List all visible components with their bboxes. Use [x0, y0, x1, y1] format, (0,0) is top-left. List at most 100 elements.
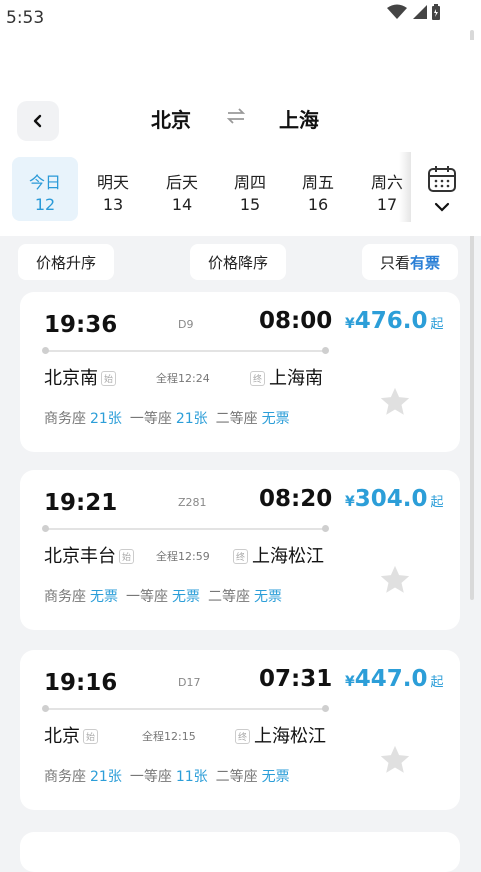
chevron-down-icon	[434, 202, 450, 212]
seat-second-class: 二等座 无票	[215, 769, 290, 785]
seat-second-class: 二等座 无票	[208, 589, 282, 605]
star-icon[interactable]	[378, 743, 412, 777]
arrival-time: 07:31	[259, 666, 333, 692]
to-station-name: 上海南	[269, 368, 324, 389]
arrival-time: 08:20	[259, 486, 333, 512]
date-tab[interactable]: 后天 14	[149, 157, 215, 221]
sort-asc-label: 价格升序	[35, 253, 96, 272]
status-time: 5:53	[6, 8, 45, 28]
date-selector: 今日 12 明天 13 后天 14 周四 15 周五 16 周六 17	[12, 157, 412, 221]
date-label: 周五	[301, 173, 334, 192]
seat-business: 商务座 21张	[44, 769, 122, 785]
signal-icon	[413, 5, 427, 19]
to-city[interactable]: 上海	[279, 104, 319, 133]
from-station: 北京南始	[44, 364, 117, 390]
price: ¥447.0 起	[345, 666, 444, 692]
price: ¥304.0 起	[345, 486, 444, 512]
duration: 全程12:24	[156, 372, 210, 385]
to-station-name: 上海松江	[252, 546, 325, 567]
date-number: 14	[171, 195, 193, 214]
origin-tag: 始	[83, 729, 99, 744]
to-station: 终上海松江	[233, 542, 324, 568]
only-available-label: 只看	[379, 253, 410, 272]
from-station: 北京始	[44, 722, 99, 748]
date-label: 明天	[96, 173, 129, 192]
departure-time: 19:36	[44, 312, 118, 338]
train-card[interactable]: 19:36 D9 08:00 ¥476.0 起 北京南始 全程12:24 终上海南…	[20, 292, 460, 452]
sort-price-desc-button[interactable]: 价格降序	[190, 244, 286, 280]
departure-time: 19:16	[44, 670, 118, 696]
seat-availability: 商务座 21张 一等座 11张 二等座 无票	[44, 766, 290, 786]
from-station-name: 北京丰台	[44, 546, 116, 567]
date-number: 15	[239, 195, 261, 214]
currency-symbol: ¥	[345, 674, 355, 690]
only-available-highlight: 有票	[410, 253, 441, 272]
terminal-tag: 终	[250, 371, 266, 386]
seat-first-class: 一等座 11张	[129, 769, 208, 785]
star-icon[interactable]	[378, 385, 412, 419]
arrival-time: 08:00	[259, 308, 333, 334]
date-tab-today[interactable]: 今日 12	[12, 157, 78, 221]
price-value: 304.0	[354, 486, 428, 512]
sort-desc-label: 价格降序	[207, 253, 268, 272]
currency-symbol: ¥	[345, 316, 355, 332]
origin-tag: 始	[119, 549, 135, 564]
route-header: 北京 上海	[0, 104, 481, 134]
route-line	[42, 705, 329, 712]
date-label: 后天	[165, 173, 198, 192]
train-number: D9	[178, 318, 194, 331]
battery-icon	[432, 4, 440, 20]
date-tab[interactable]: 明天 13	[80, 157, 146, 221]
date-label: 周四	[233, 173, 266, 192]
train-number: Z281	[178, 496, 207, 509]
date-number: 13	[102, 195, 124, 214]
train-card[interactable]: 19:21 Z281 08:20 ¥304.0 起 北京丰台始 全程12:59 终…	[20, 470, 460, 630]
from-station-name: 北京	[44, 726, 80, 747]
seat-second-class: 二等座 无票	[215, 411, 290, 427]
from-station: 北京丰台始	[44, 542, 135, 568]
seat-availability: 商务座 无票 一等座 无票 二等座 无票	[44, 586, 282, 606]
price-suffix: 起	[430, 675, 444, 690]
train-card[interactable]: 19:16 D17 07:31 ¥447.0 起 北京始 全程12:15 终上海松…	[20, 650, 460, 810]
route-line	[42, 347, 329, 354]
seat-first-class: 一等座 21张	[129, 411, 208, 427]
terminal-tag: 终	[233, 549, 249, 564]
calendar-button[interactable]	[422, 160, 462, 220]
only-available-button[interactable]: 只看 有票	[362, 244, 458, 280]
price-value: 476.0	[354, 308, 428, 334]
currency-symbol: ¥	[345, 494, 355, 510]
date-scroll-fade	[399, 152, 411, 222]
route-line	[42, 525, 329, 532]
from-city[interactable]: 北京	[151, 104, 191, 133]
date-label: 今日	[28, 173, 61, 192]
train-card-partial[interactable]	[20, 832, 460, 872]
date-number: 12	[34, 195, 56, 214]
seat-first-class: 一等座 无票	[126, 589, 200, 605]
date-number: 16	[307, 195, 329, 214]
system-icons	[387, 4, 441, 20]
departure-time: 19:21	[44, 490, 118, 516]
price: ¥476.0 起	[345, 308, 444, 334]
price-value: 447.0	[354, 666, 428, 692]
swap-arrows-icon[interactable]	[226, 106, 246, 126]
date-tab[interactable]: 周四 15	[217, 157, 283, 221]
to-station-name: 上海松江	[254, 726, 327, 747]
duration: 全程12:15	[142, 730, 196, 743]
price-suffix: 起	[430, 317, 444, 332]
star-icon[interactable]	[378, 563, 412, 597]
to-station: 终上海松江	[235, 722, 326, 748]
calendar-icon	[428, 166, 456, 192]
status-bar: 5:53	[0, 0, 481, 40]
sort-price-asc-button[interactable]: 价格升序	[18, 244, 114, 280]
wifi-icon	[387, 4, 407, 19]
price-suffix: 起	[430, 495, 444, 510]
train-number: D17	[178, 676, 201, 689]
terminal-tag: 终	[235, 729, 251, 744]
duration: 全程12:59	[156, 550, 210, 563]
to-station: 终上海南	[250, 364, 323, 390]
seat-business: 商务座 无票	[44, 589, 118, 605]
origin-tag: 始	[101, 371, 117, 386]
date-tab[interactable]: 周五 16	[285, 157, 351, 221]
seat-business: 商务座 21张	[44, 411, 122, 427]
from-station-name: 北京南	[44, 368, 98, 389]
